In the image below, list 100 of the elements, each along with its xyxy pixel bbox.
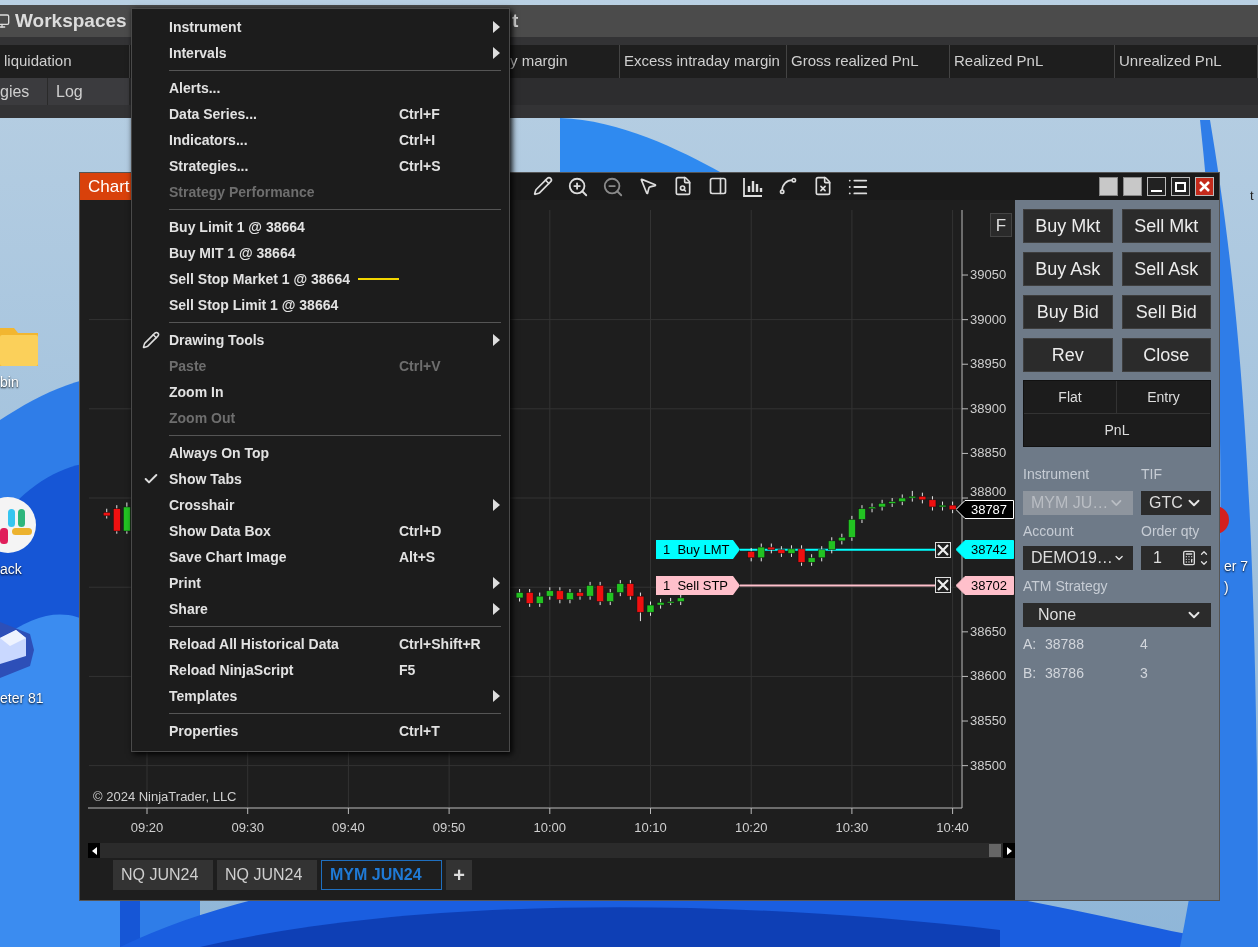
menu-item[interactable]: Show Data Box Ctrl+D	[132, 518, 509, 544]
close-box-icon[interactable]	[935, 541, 951, 558]
menu-item[interactable]: Reload All Historical Data Ctrl+Shift+R	[132, 631, 509, 657]
menu-item[interactable]: Share	[132, 596, 509, 622]
order-label[interactable]: 1 Buy LMT	[656, 540, 740, 560]
field-label: TIF	[1141, 465, 1163, 484]
menu-item[interactable]: Buy MIT 1 @ 38664	[132, 240, 509, 266]
line-chart-icon[interactable]	[777, 175, 798, 196]
f-button[interactable]: F	[990, 213, 1012, 237]
window-title: t	[512, 8, 519, 33]
order-button[interactable]: Buy Bid	[1023, 295, 1113, 329]
hash-logo-icon[interactable]	[0, 497, 36, 553]
price-marker: 38742	[956, 540, 1014, 560]
scroll-left-button[interactable]	[88, 843, 100, 858]
icon-label: eter 81	[0, 689, 44, 708]
shortcut-text: Ctrl+Shift+R	[399, 635, 481, 652]
axis-label: 10:20	[733, 821, 769, 835]
menu-item[interactable]: Sell Stop Market 1 @ 38664	[132, 266, 509, 292]
menu-item[interactable]: Properties Ctrl+T	[132, 718, 509, 744]
order-button[interactable]: Buy Ask	[1023, 252, 1113, 286]
menu-item[interactable]: Print	[132, 570, 509, 596]
bar-chart-icon[interactable]	[741, 175, 764, 198]
candle	[757, 543, 765, 562]
scroll-right-button[interactable]	[1003, 843, 1015, 858]
axis-label: 39000	[970, 312, 1007, 327]
quantity-field[interactable]: 1	[1141, 546, 1211, 570]
field-label: Account	[1023, 522, 1075, 541]
close-icon	[1199, 181, 1210, 192]
zoom-out-icon[interactable]	[601, 175, 624, 198]
menu-item[interactable]: Instrument	[132, 14, 509, 40]
pencil-icon[interactable]	[532, 175, 553, 196]
menu-item[interactable]: Buy Limit 1 @ 38664	[132, 214, 509, 240]
zoom-in-icon[interactable]	[566, 175, 589, 198]
submenu-arrow-icon	[493, 47, 500, 59]
spinner-icon[interactable]	[1199, 548, 1209, 568]
axis-label: 09:20	[129, 821, 165, 835]
position-label: Entry	[1146, 387, 1181, 407]
highlight-line	[357, 278, 399, 280]
tab[interactable]: gies	[0, 78, 48, 105]
axis-label: 39050	[970, 268, 1007, 282]
candle	[898, 493, 906, 506]
close-button[interactable]	[1195, 177, 1214, 196]
order-button[interactable]: Close	[1121, 338, 1211, 372]
submenu-arrow-icon	[493, 21, 500, 33]
dropdown[interactable]: None	[1023, 603, 1211, 627]
axis-label: 38900	[970, 401, 1007, 416]
panel-icon[interactable]	[707, 175, 728, 196]
tab[interactable]: Log	[48, 78, 130, 105]
order-label[interactable]: 1 Sell STP	[656, 575, 740, 595]
order-line[interactable]	[739, 548, 936, 551]
axis-label: 38950	[970, 357, 1007, 372]
menu-item[interactable]: Drawing Tools	[132, 327, 509, 353]
menu-item[interactable]: Data Series... Ctrl+F	[132, 101, 509, 127]
order-button[interactable]: Sell Mkt	[1121, 209, 1211, 243]
minimize-button[interactable]	[1147, 177, 1166, 196]
menu-item[interactable]: Indicators... Ctrl+I	[132, 127, 509, 153]
order-button[interactable]: Sell Ask	[1121, 252, 1211, 286]
candle	[878, 499, 886, 511]
order-button[interactable]: Buy Mkt	[1023, 209, 1113, 243]
scroll-thumb[interactable]	[989, 844, 1001, 857]
menu-item[interactable]: Alerts...	[132, 75, 509, 101]
quote-side: A:	[1023, 635, 1038, 654]
order-button[interactable]: Sell Bid	[1121, 295, 1211, 329]
calculator-icon[interactable]	[1181, 550, 1197, 566]
shortcut-text: Ctrl+F	[399, 105, 440, 122]
dropdown[interactable]: GTC	[1141, 491, 1211, 515]
scrollbar[interactable]	[88, 843, 1015, 858]
candle	[908, 490, 917, 503]
add-tab-button[interactable]: +	[446, 860, 472, 890]
icon-label: bin	[0, 373, 19, 392]
field-label: Instrument	[1023, 465, 1091, 484]
icon-label: )	[1224, 578, 1230, 597]
maximize-button[interactable]	[1171, 177, 1190, 196]
tab[interactable]: NQ JUN24	[217, 860, 317, 890]
menu-item[interactable]: Templates	[132, 683, 509, 709]
order-button[interactable]: Rev	[1023, 338, 1113, 372]
candle	[556, 586, 564, 604]
tab[interactable]: MYM JUN24	[321, 860, 442, 890]
menu-item[interactable]: Crosshair	[132, 492, 509, 518]
menu-item[interactable]: Always On Top	[132, 440, 509, 466]
dropdown[interactable]: DEMO19…	[1023, 546, 1133, 570]
menu-item[interactable]: Save Chart Image Alt+S	[132, 544, 509, 570]
menu-item[interactable]: Zoom In	[132, 379, 509, 405]
axis-label: 10:00	[532, 821, 568, 835]
candle	[536, 592, 544, 608]
quote-size: 3	[1140, 664, 1148, 683]
menu-item[interactable]: Sell Stop Limit 1 @ 38664	[132, 292, 509, 318]
left-arrow-icon	[91, 846, 97, 855]
axis-label: 38500	[970, 758, 1007, 773]
menu-item[interactable]: Show Tabs	[132, 466, 509, 492]
shortcut-text: Ctrl+S	[399, 157, 441, 174]
menu-item[interactable]: Strategies... Ctrl+S	[132, 153, 509, 179]
close-box-icon[interactable]	[935, 577, 951, 594]
quote-price: 38786	[1045, 664, 1085, 683]
menu-item[interactable]: Reload NinjaScript F5	[132, 657, 509, 683]
axis-label: 10:40	[935, 821, 970, 835]
candle	[606, 588, 614, 606]
candle	[576, 588, 584, 601]
axis-label: 09:30	[230, 821, 265, 835]
tab[interactable]: NQ JUN24	[113, 860, 213, 890]
